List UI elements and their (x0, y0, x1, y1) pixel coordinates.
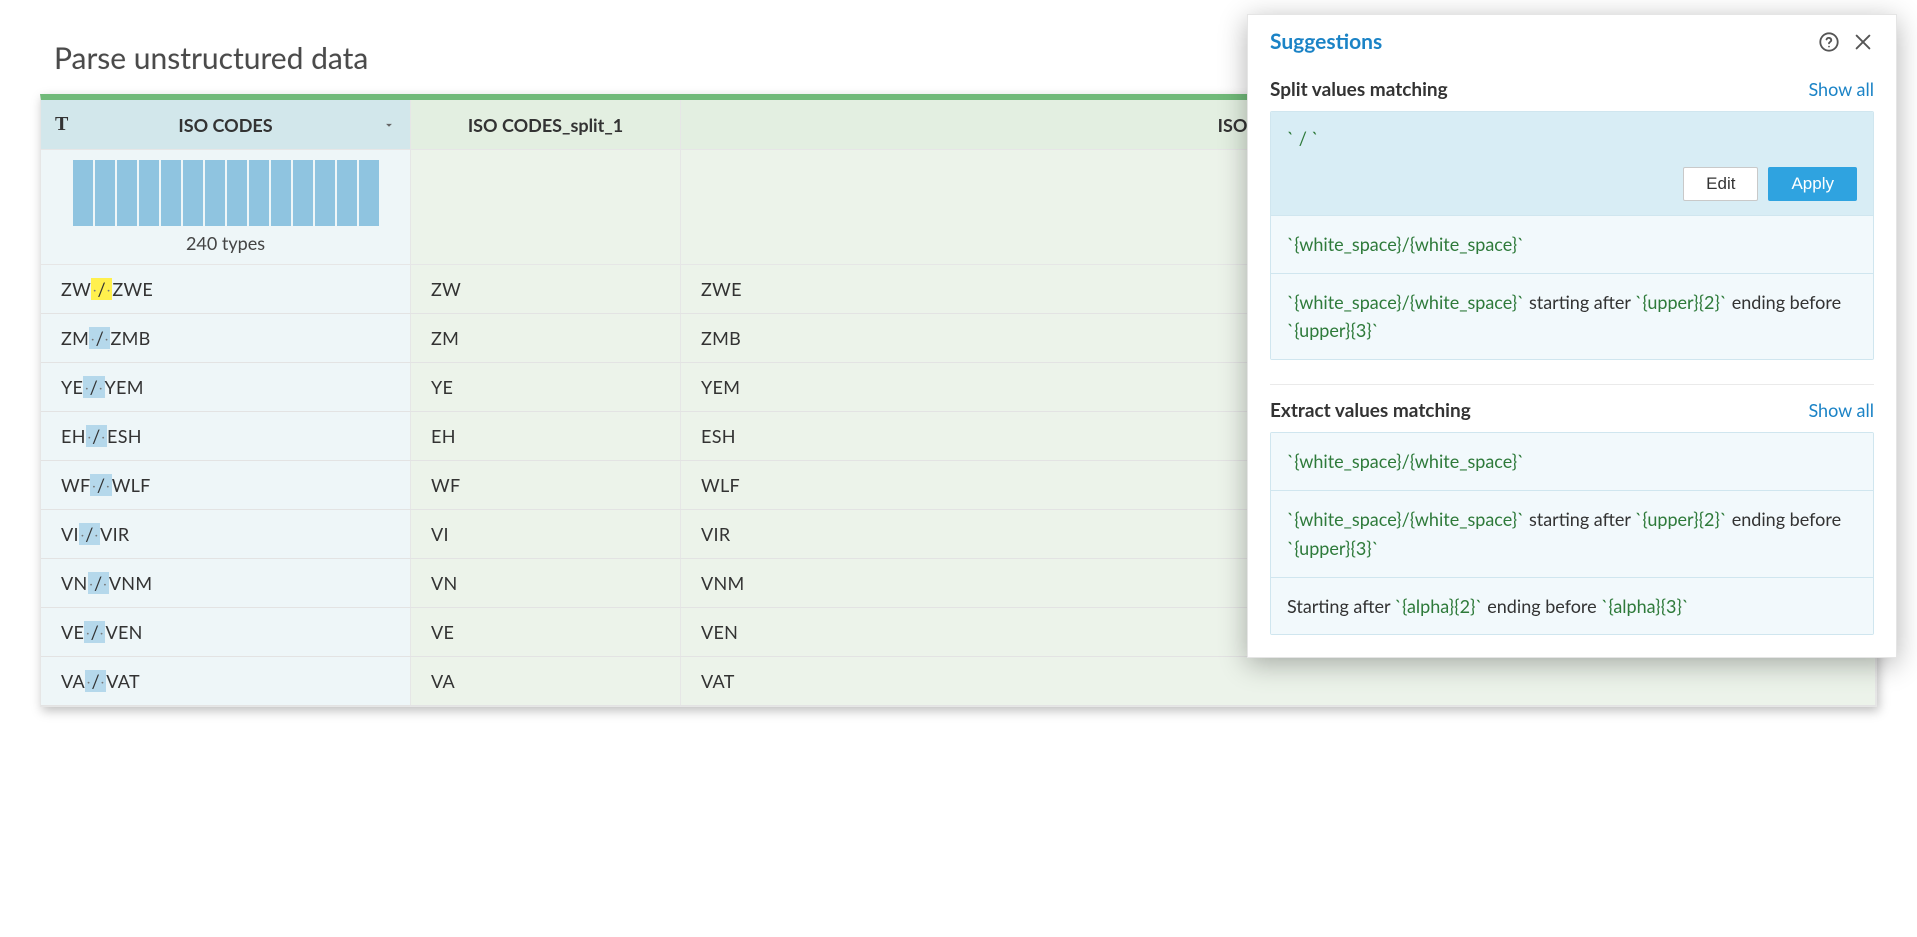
cell-split-2: VAT (681, 657, 1876, 705)
workspace: T ISO CODES ISO CODES_split_1 ISO CODES_… (40, 94, 1877, 707)
suggestion-item[interactable]: `{white_space}/{white_space}` (1271, 216, 1873, 274)
suggestion-text: ` / ` (1287, 124, 1857, 153)
types-count-label: 240 types (61, 232, 390, 254)
column-label: ISO CODES (178, 114, 272, 136)
suggestion-item[interactable]: Starting after `{alpha}{2}` ending befor… (1271, 578, 1873, 635)
cell-split-1: EH (411, 412, 681, 460)
column-label: ISO CODES_split_1 (468, 114, 623, 136)
close-icon[interactable] (1852, 31, 1874, 53)
suggestion-group: `{white_space}/{white_space}` `{white_spa… (1270, 432, 1874, 635)
show-all-link[interactable]: Show all (1808, 399, 1874, 421)
suggestion-item[interactable]: ` / ` Edit Apply (1271, 112, 1873, 216)
panel-title: Suggestions (1270, 29, 1806, 54)
cell-original: ZM·/·ZMB (41, 314, 411, 362)
summary-cell (411, 150, 681, 264)
apply-button[interactable]: Apply (1768, 167, 1857, 201)
cell-split-1: VI (411, 510, 681, 558)
suggestion-group: ` / ` Edit Apply `{white_space}/{white_spac… (1270, 111, 1874, 360)
section-title: Split values matching (1270, 78, 1808, 101)
cell-original: WF·/·WLF (41, 461, 411, 509)
suggestion-text: `{white_space}/{white_space}` starting a… (1287, 505, 1857, 563)
suggestion-text: `{white_space}/{white_space}` starting a… (1287, 288, 1857, 346)
type-text-icon: T (55, 113, 68, 136)
suggestion-actions: Edit Apply (1287, 167, 1857, 201)
show-all-link[interactable]: Show all (1808, 78, 1874, 100)
suggestion-text: `{white_space}/{white_space}` (1287, 447, 1857, 476)
cell-split-1: ZW (411, 265, 681, 313)
suggestion-item[interactable]: `{white_space}/{white_space}` (1271, 433, 1873, 491)
table-row[interactable]: VA·/·VATVAVAT (41, 657, 1876, 706)
help-icon[interactable] (1818, 31, 1840, 53)
column-header-iso-codes[interactable]: T ISO CODES (41, 100, 411, 149)
suggestion-item[interactable]: `{white_space}/{white_space}` starting a… (1271, 491, 1873, 578)
cell-original: VN·/·VNM (41, 559, 411, 607)
cell-original: VI·/·VIR (41, 510, 411, 558)
cell-split-1: WF (411, 461, 681, 509)
cell-split-1: YE (411, 363, 681, 411)
cell-original: EH·/·ESH (41, 412, 411, 460)
cell-original: YE·/·YEM (41, 363, 411, 411)
edit-button[interactable]: Edit (1683, 167, 1758, 201)
histogram-bars (61, 158, 390, 228)
cell-split-1: VE (411, 608, 681, 656)
suggestion-text: Starting after `{alpha}{2}` ending befor… (1287, 592, 1857, 621)
section-header: Extract values matchingShow all (1270, 399, 1874, 422)
suggestion-text: `{white_space}/{white_space}` (1287, 230, 1857, 259)
panel-body: Split values matchingShow all` / `EditAp… (1248, 72, 1896, 657)
cell-original: VA·/·VAT (41, 657, 411, 705)
suggestion-item[interactable]: `{white_space}/{white_space}` starting a… (1271, 274, 1873, 360)
summary-histogram[interactable]: 240 types (41, 150, 411, 264)
cell-original: VE·/·VEN (41, 608, 411, 656)
section-divider (1270, 384, 1874, 385)
panel-header: Suggestions (1248, 15, 1896, 72)
section-header: Split values matchingShow all (1270, 78, 1874, 101)
suggestions-panel: Suggestions Split values matchingShow al… (1247, 14, 1897, 658)
cell-split-1: VA (411, 657, 681, 705)
cell-split-1: VN (411, 559, 681, 607)
chevron-down-icon[interactable] (382, 114, 396, 136)
section-title: Extract values matching (1270, 399, 1808, 422)
cell-split-1: ZM (411, 314, 681, 362)
column-header-split-1[interactable]: ISO CODES_split_1 (411, 100, 681, 149)
cell-original: ZW·/·ZWE (41, 265, 411, 313)
